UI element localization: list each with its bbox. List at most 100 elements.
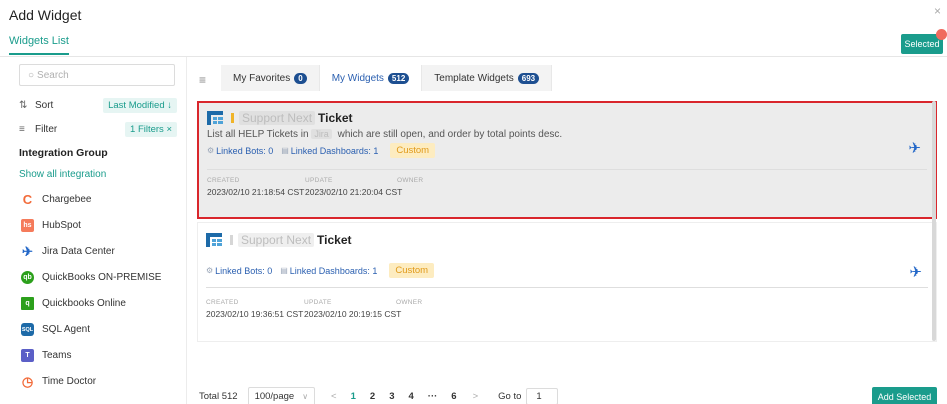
widget-tabs: My Favorites 0 My Widgets 512 Template W… [221, 65, 553, 91]
sort-row: ⇅ Sort Last Modified ↓ [19, 98, 177, 113]
sidebar-item-label: HubSpot [42, 220, 81, 231]
sidebar-item-quickbooks-online[interactable]: q Quickbooks Online [21, 297, 126, 310]
page-6[interactable]: 6 [451, 391, 456, 402]
update-value: 2023/02/10 21:20:04 CST [305, 187, 403, 197]
sort-icon: ⇅ [19, 100, 28, 111]
page-ellipsis[interactable]: ··· [428, 391, 438, 402]
sidebar-item-label: SQL Agent [42, 324, 90, 335]
page-size-value: 100/page [254, 391, 295, 402]
sql-agent-icon: SQL [21, 323, 34, 336]
tab-label: Template Widgets [434, 72, 514, 84]
count-badge: 0 [294, 72, 307, 84]
tab-template-widgets[interactable]: Template Widgets 693 [422, 65, 553, 91]
widget-card[interactable]: Support Next Ticket ⚙ Linked Bots: 0 ▤ L… [197, 222, 937, 342]
widget-title: Support Next Ticket [206, 233, 352, 247]
created-label: CREATED [206, 299, 239, 306]
sidebar-item-jira-data-center[interactable]: ✈ Jira Data Center [21, 243, 115, 259]
sidebar-item-chargebee[interactable]: C Chargebee [21, 192, 92, 207]
time-doctor-icon: ◷ [21, 373, 34, 389]
tab-label: My Widgets [331, 72, 384, 84]
sidebar-item-label: QuickBooks ON-PREMISE [42, 272, 162, 283]
tab-my-widgets[interactable]: My Widgets 512 [319, 65, 423, 91]
integration-group-title: Integration Group [19, 147, 108, 159]
page-3[interactable]: 3 [389, 391, 394, 402]
sidebar-item-sql-agent[interactable]: SQL SQL Agent [21, 323, 90, 336]
created-label: CREATED [207, 177, 240, 184]
widget-meta: ⚙ Linked Bots: 0 ▤ Linked Dashboards: 1 … [206, 263, 435, 278]
sidebar-item-label: Teams [42, 350, 72, 361]
search-input[interactable]: ○ Search [19, 64, 175, 86]
desc-redacted: Jira [311, 129, 332, 139]
linked-dashboards-link[interactable]: Linked Dashboards: 1 [291, 146, 379, 156]
update-value: 2023/02/10 20:19:15 CST [304, 309, 402, 319]
chargebee-icon: C [22, 192, 33, 207]
linked-bots-link[interactable]: Linked Bots: 0 [215, 266, 272, 276]
goto-value: 1 [536, 391, 542, 402]
tab-widgets-list[interactable]: Widgets List [9, 35, 69, 55]
widget-card-selected[interactable]: Support Next Ticket List all HELP Ticket… [197, 101, 937, 219]
jira-icon: ✈ [908, 140, 921, 157]
pagination: Total 512 100/page ∨ < 1 2 3 4 ··· 6 > G… [199, 387, 559, 404]
sidebar-item-label: Chargebee [42, 194, 92, 205]
sidebar-item-label: Time Doctor [42, 376, 97, 387]
table-widget-icon [207, 111, 223, 125]
dashboard-icon: ▤ [280, 266, 288, 275]
page-1[interactable]: 1 [351, 391, 356, 402]
dashboard-icon: ▤ [281, 146, 289, 155]
sort-dropdown[interactable]: Last Modified ↓ [103, 98, 177, 113]
chevron-down-icon: ∨ [302, 392, 309, 401]
page-2[interactable]: 2 [370, 391, 375, 402]
show-all-integration-link[interactable]: Show all integration [19, 169, 106, 180]
jira-icon: ✈ [22, 243, 33, 259]
next-page-button[interactable]: > [473, 391, 479, 402]
sidebar-item-label: Jira Data Center [42, 246, 115, 257]
widget-title-text: Ticket [317, 233, 352, 247]
notification-dot [936, 29, 947, 40]
search-icon: ○ [28, 69, 35, 81]
filter-row: ≡ Filter 1 Filters × [19, 122, 177, 137]
custom-tag: Custom [390, 143, 436, 158]
sidebar-item-teams[interactable]: T Teams [21, 349, 71, 362]
filter-chip[interactable]: 1 Filters × [125, 122, 177, 137]
bot-icon: ⚙ [207, 146, 215, 155]
linked-bots-link[interactable]: Linked Bots: 0 [216, 146, 273, 156]
scrollbar-thumb[interactable] [932, 101, 936, 341]
hubspot-icon: hs [21, 219, 34, 232]
widget-title-redacted: Support Next [239, 111, 316, 125]
sort-label: Sort [35, 100, 54, 111]
menu-icon[interactable]: ≡ [199, 73, 206, 87]
widget-title: Support Next Ticket [207, 111, 353, 125]
table-widget-icon [206, 233, 222, 247]
desc-text: List all HELP Tickets in [207, 129, 309, 140]
goto-input[interactable]: 1 [526, 388, 559, 404]
sidebar-item-hubspot[interactable]: hs HubSpot [21, 219, 81, 232]
selected-button-label: Selected [904, 39, 940, 49]
sidebar-item-time-doctor[interactable]: ◷ Time Doctor [21, 373, 97, 389]
page-size-select[interactable]: 100/page ∨ [247, 387, 316, 404]
total-count: Total 512 [199, 391, 238, 402]
sidebar-item-label: Quickbooks Online [42, 298, 126, 309]
count-badge: 693 [517, 72, 540, 84]
created-value: 2023/02/10 19:36:51 CST [206, 309, 304, 319]
sidebar-item-quickbooks-on-premise[interactable]: qb QuickBooks ON-PREMISE [21, 271, 161, 284]
owner-label: OWNER [396, 299, 423, 306]
prev-page-button[interactable]: < [331, 391, 337, 402]
color-marker [230, 235, 233, 245]
tab-my-favorites[interactable]: My Favorites 0 [221, 65, 320, 91]
add-selected-button[interactable]: Add Selected [872, 387, 937, 404]
custom-tag: Custom [389, 263, 435, 278]
jira-icon: ✈ [909, 264, 922, 281]
card-divider [207, 169, 927, 170]
goto-label: Go to [498, 391, 522, 402]
close-icon[interactable]: × [934, 4, 941, 18]
page-4[interactable]: 4 [409, 391, 414, 402]
search-placeholder: Search [37, 69, 69, 81]
owner-label: OWNER [397, 177, 424, 184]
linked-dashboards-link[interactable]: Linked Dashboards: 1 [290, 266, 378, 276]
selected-button[interactable]: Selected [901, 29, 947, 54]
bot-icon: ⚙ [206, 266, 214, 275]
update-label: UPDATE [305, 177, 333, 184]
teams-icon: T [21, 349, 34, 362]
desc-text: which are still open, and order by total… [337, 129, 563, 140]
quickbooks-online-icon: q [21, 297, 34, 310]
